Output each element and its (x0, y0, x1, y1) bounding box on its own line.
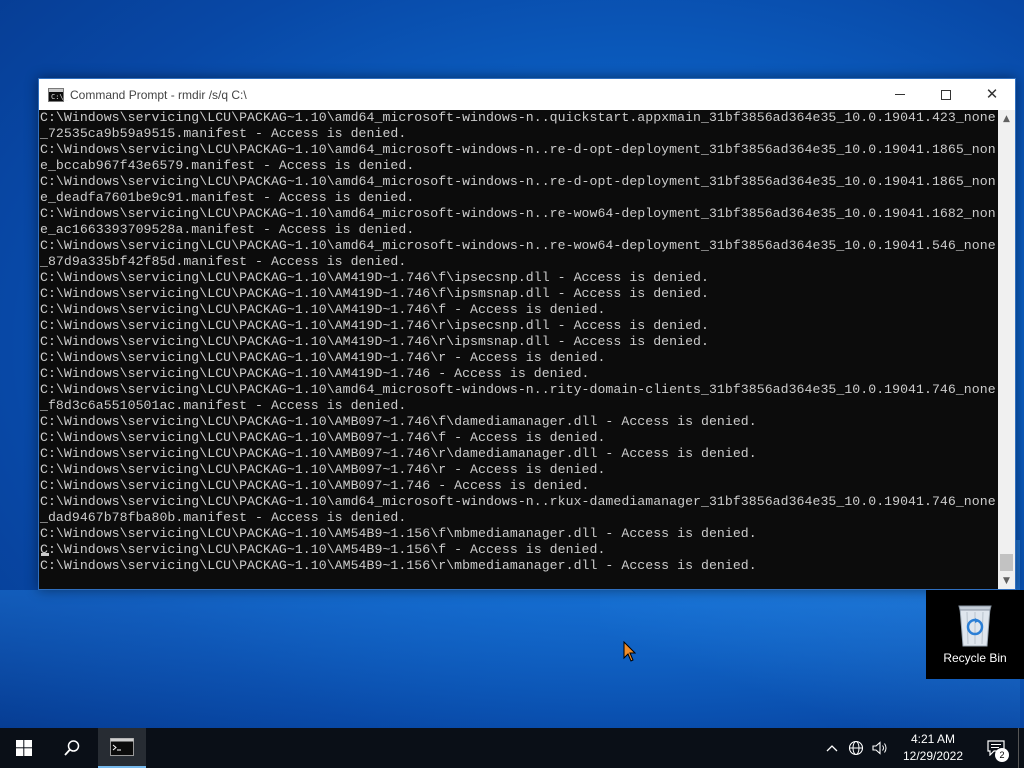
console-line: C:\Windows\servicing\LCU\PACKAG~1.10\AM4… (40, 286, 709, 301)
console-line: C:\Windows\servicing\LCU\PACKAG~1.10\amd… (40, 142, 996, 157)
console-output[interactable]: C:\Windows\servicing\LCU\PACKAG~1.10\amd… (39, 110, 1000, 589)
clock-date: 12/29/2022 (902, 749, 964, 763)
console-line: C:\Windows\servicing\LCU\PACKAG~1.10\amd… (40, 382, 996, 397)
recycle-bin-shortcut[interactable]: Recycle Bin (926, 590, 1024, 679)
network-button[interactable] (844, 728, 868, 768)
recycle-bin-label: Recycle Bin (943, 651, 1007, 665)
scrollbar-thumb[interactable] (1000, 554, 1013, 571)
console-line: C:\Windows\servicing\LCU\PACKAG~1.10\AM4… (40, 302, 606, 317)
desktop-light-band (0, 590, 1024, 730)
command-prompt-window[interactable]: C:\_ Command Prompt - rmdir /s/q C:\ ✕ C… (38, 78, 1016, 590)
scroll-down-button[interactable]: ▼ (998, 572, 1015, 589)
console-line: C:\Windows\servicing\LCU\PACKAG~1.10\AMB… (40, 414, 757, 429)
mouse-pointer-icon (623, 641, 637, 662)
console-line: e_bccab967f43e6579.manifest - Access is … (40, 158, 415, 173)
console-line: C:\Windows\servicing\LCU\PACKAG~1.10\AMB… (40, 462, 606, 477)
search-button[interactable] (48, 728, 96, 768)
console-line: C:\Windows\servicing\LCU\PACKAG~1.10\amd… (40, 206, 996, 221)
console-scrollbar[interactable]: ▲ ▼ (998, 110, 1015, 589)
close-button[interactable]: ✕ (969, 79, 1015, 110)
taskbar: 4:21 AM 12/29/2022 2 (0, 728, 1024, 768)
volume-button[interactable] (868, 728, 892, 768)
console-line: e_ac1663393709528a.manifest - Access is … (40, 222, 415, 237)
show-desktop-button[interactable] (1018, 728, 1024, 768)
console-line: C:\Windows\servicing\LCU\PACKAG~1.10\AMB… (40, 430, 606, 445)
console-line: _f8d3c6a5510501ac.manifest - Access is d… (40, 398, 407, 413)
chevron-down-icon: ▼ (1003, 575, 1010, 586)
close-icon: ✕ (985, 85, 999, 103)
cmd-icon (110, 738, 134, 756)
console-line: C:\Windows\servicing\LCU\PACKAG~1.10\AMB… (40, 446, 757, 461)
console-line: C:\Windows\servicing\LCU\PACKAG~1.10\amd… (40, 238, 996, 253)
window-titlebar[interactable]: C:\_ Command Prompt - rmdir /s/q C:\ ✕ (39, 79, 1015, 110)
console-line: C:\Windows\servicing\LCU\PACKAG~1.10\AM4… (40, 350, 606, 365)
show-hidden-icons-button[interactable] (820, 728, 844, 768)
maximize-button[interactable] (923, 79, 969, 110)
console-cursor (41, 553, 49, 556)
taskbar-command-prompt[interactable] (98, 728, 146, 768)
console-line: C:\Windows\servicing\LCU\PACKAG~1.10\AM4… (40, 366, 590, 381)
recycle-bin-icon (958, 605, 992, 647)
scroll-up-button[interactable]: ▲ (998, 110, 1015, 127)
chevron-up-icon: ▲ (1003, 113, 1010, 124)
console-line: C:\Windows\servicing\LCU\PACKAG~1.10\amd… (40, 494, 996, 509)
search-icon (64, 740, 80, 756)
console-line: _dad9467b78fba80b.manifest - Access is d… (40, 510, 407, 525)
system-tray: 4:21 AM 12/29/2022 2 (820, 728, 1024, 768)
console-line: C:\Windows\servicing\LCU\PACKAG~1.10\AM4… (40, 318, 709, 333)
taskbar-clock[interactable]: 4:21 AM 12/29/2022 (892, 731, 974, 765)
window-controls: ✕ (877, 79, 1015, 110)
notification-count-badge: 2 (995, 748, 1009, 762)
chevron-up-icon (826, 745, 838, 752)
minimize-icon (895, 94, 905, 95)
network-icon (848, 740, 864, 756)
console-line: C:\Windows\servicing\LCU\PACKAG~1.10\AM5… (40, 526, 757, 541)
start-button[interactable] (0, 728, 48, 768)
console-line: _72535ca9b59a9515.manifest - Access is d… (40, 126, 407, 141)
console-line: C:\Windows\servicing\LCU\PACKAG~1.10\amd… (40, 110, 996, 125)
console-line: C:\Windows\servicing\LCU\PACKAG~1.10\AM4… (40, 334, 709, 349)
volume-icon (872, 741, 887, 755)
clock-time: 4:21 AM (910, 732, 956, 746)
maximize-icon (941, 89, 951, 100)
console-line: _87d9a335bf42f85d.manifest - Access is d… (40, 254, 407, 269)
console-line: C:\Windows\servicing\LCU\PACKAG~1.10\AM5… (40, 542, 606, 557)
console-line: C:\Windows\servicing\LCU\PACKAG~1.10\AM4… (40, 270, 709, 285)
console-line: C:\Windows\servicing\LCU\PACKAG~1.10\amd… (40, 174, 996, 189)
console-line: C:\Windows\servicing\LCU\PACKAG~1.10\AMB… (40, 478, 590, 493)
console-line: C:\Windows\servicing\LCU\PACKAG~1.10\AM5… (40, 558, 757, 573)
minimize-button[interactable] (877, 79, 923, 110)
windows-start-icon (16, 740, 32, 756)
window-title: Command Prompt - rmdir /s/q C:\ (70, 87, 247, 102)
action-center-button[interactable]: 2 (974, 728, 1018, 768)
console-line: e_deadfa7601be9c91.manifest - Access is … (40, 190, 415, 205)
cmd-icon: C:\_ (48, 87, 68, 102)
